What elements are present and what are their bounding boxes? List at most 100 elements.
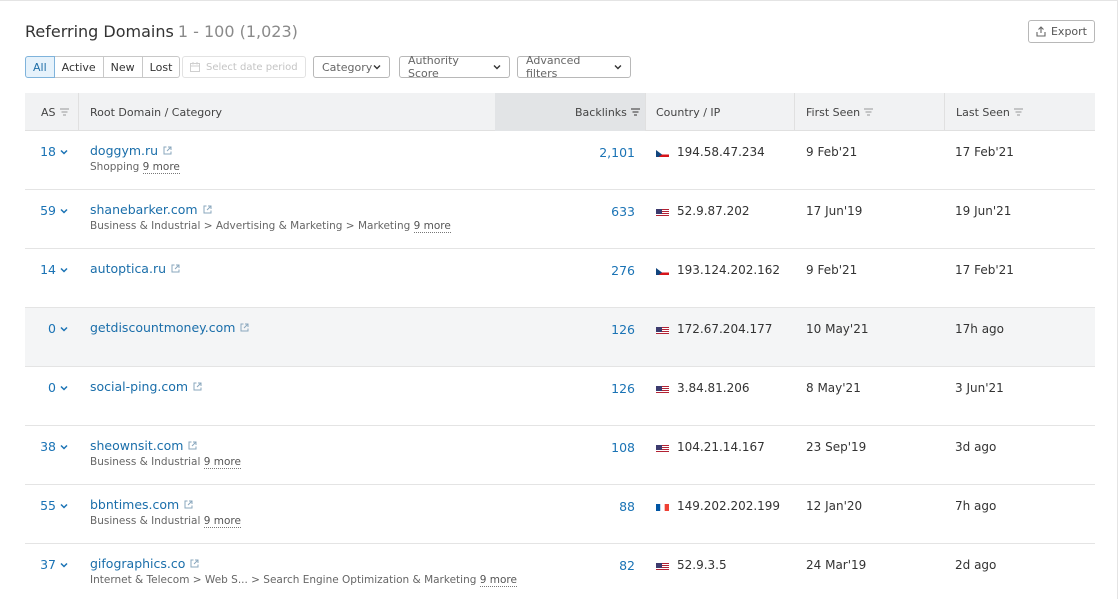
- root-domain: sheownsit.com: [90, 438, 241, 453]
- external-link-icon[interactable]: [184, 500, 193, 509]
- country-ip: 104.21.14.167: [656, 440, 765, 454]
- root-domain: getdiscountmoney.com: [90, 320, 249, 335]
- ip-address: 52.9.3.5: [677, 558, 727, 572]
- column-header-last-seen[interactable]: Last Seen: [956, 93, 1023, 131]
- backlinks-count-link[interactable]: 82: [495, 558, 635, 573]
- authority-score-dropdown-label: Authority Score: [408, 54, 459, 80]
- last-seen-date: 19 Jun'21: [955, 204, 1012, 218]
- segment-all[interactable]: All: [25, 56, 55, 78]
- country-ip: 193.124.202.162: [656, 263, 780, 277]
- backlinks-count-link[interactable]: 108: [495, 440, 635, 455]
- domain-category: Business & Industrial 9 more: [90, 456, 241, 469]
- country-ip: 149.202.202.199: [656, 499, 780, 513]
- root-domain: gifographics.co: [90, 556, 517, 571]
- authority-score-value: 37: [40, 557, 56, 572]
- authority-score-dropdown[interactable]: Authority Score: [399, 54, 510, 80]
- column-header-first-seen[interactable]: First Seen: [806, 93, 874, 131]
- more-categories-link[interactable]: 9 more: [142, 161, 180, 174]
- backlinks-count-link[interactable]: 126: [495, 322, 635, 337]
- calendar-icon: [190, 62, 200, 72]
- chevron-down-icon: [60, 444, 68, 450]
- first-seen-date: 17 Jun'19: [806, 204, 863, 218]
- column-header-as[interactable]: AS: [41, 93, 69, 131]
- date-period-picker[interactable]: Select date period: [182, 56, 306, 78]
- table-row: 37 gifographics.co Internet & Telecom > We…: [25, 544, 1095, 599]
- us-flag-icon: [656, 443, 669, 452]
- more-categories-link[interactable]: 9 more: [479, 574, 517, 587]
- domain-link[interactable]: shanebarker.com: [90, 202, 198, 217]
- authority-score-toggle[interactable]: 38: [25, 439, 68, 454]
- external-link-icon[interactable]: [203, 205, 212, 214]
- domain-link[interactable]: sheownsit.com: [90, 438, 183, 453]
- external-link-icon[interactable]: [193, 382, 202, 391]
- advanced-filters-dropdown[interactable]: Advanced filters: [517, 54, 631, 80]
- more-categories-link[interactable]: 9 more: [203, 456, 241, 469]
- advanced-filters-label: Advanced filters: [526, 54, 581, 80]
- domain-link[interactable]: getdiscountmoney.com: [90, 320, 235, 335]
- date-period-placeholder: Select date period: [206, 61, 298, 73]
- sort-icon: [59, 108, 69, 116]
- first-seen-date: 9 Feb'21: [806, 263, 858, 277]
- authority-score-value: 18: [40, 144, 56, 159]
- segment-active[interactable]: Active: [54, 56, 104, 78]
- category-dropdown[interactable]: Category: [313, 56, 390, 78]
- table-body: 18 doggym.ru Shopping 9 more 2,101 194.58.47…: [25, 131, 1095, 599]
- authority-score-toggle[interactable]: 0: [25, 321, 68, 336]
- chevron-down-icon: [60, 385, 68, 391]
- more-categories-link[interactable]: 9 more: [413, 220, 451, 233]
- domain-link[interactable]: social-ping.com: [90, 379, 188, 394]
- external-link-icon[interactable]: [171, 264, 180, 273]
- chevron-down-icon: [60, 267, 68, 273]
- segment-new[interactable]: New: [103, 56, 143, 78]
- ip-address: 193.124.202.162: [677, 263, 781, 277]
- column-header-backlinks[interactable]: Backlinks: [575, 93, 640, 131]
- domain-link[interactable]: bbntimes.com: [90, 497, 179, 512]
- last-seen-date: 3 Jun'21: [955, 381, 1004, 395]
- domain-link[interactable]: gifographics.co: [90, 556, 185, 571]
- table-row: 0 social-ping.com 126 3.84.81.206 8 May'21 3 …: [25, 367, 1095, 426]
- root-domain-cell: sheownsit.com Business & Industrial 9 mor…: [90, 438, 241, 469]
- root-domain: social-ping.com: [90, 379, 202, 394]
- backlinks-count-link[interactable]: 126: [495, 381, 635, 396]
- backlinks-count-link[interactable]: 633: [495, 204, 635, 219]
- column-header-root-domain: Root Domain / Category: [90, 93, 222, 131]
- chevron-down-icon: [60, 326, 68, 332]
- backlinks-count-link[interactable]: 276: [495, 263, 635, 278]
- chevron-down-icon: [60, 562, 68, 568]
- country-ip: 52.9.3.5: [656, 558, 727, 572]
- table-header: AS Root Domain / Category Backlinks Coun…: [25, 93, 1095, 131]
- column-divider: [78, 93, 79, 131]
- root-domain-cell: autoptica.ru: [90, 261, 180, 276]
- external-link-icon[interactable]: [190, 559, 199, 568]
- category-path: Business & Industrial > Advertising & Ma…: [90, 220, 411, 232]
- ip-address: 52.9.87.202: [677, 204, 750, 218]
- domain-link[interactable]: doggym.ru: [90, 143, 158, 158]
- authority-score-toggle[interactable]: 55: [25, 498, 68, 513]
- table-row: 14 autoptica.ru 276 193.124.202.162 9 Feb'21…: [25, 249, 1095, 308]
- export-button[interactable]: Export: [1028, 20, 1095, 43]
- ip-address: 149.202.202.199: [677, 499, 781, 513]
- column-header-root-domain-label: Root Domain / Category: [90, 105, 223, 119]
- external-link-icon[interactable]: [188, 441, 197, 450]
- backlinks-count-link[interactable]: 88: [495, 499, 635, 514]
- column-header-last-seen-label: Last Seen: [956, 105, 1010, 119]
- first-seen-date: 10 May'21: [806, 322, 869, 336]
- column-header-country-ip: Country / IP: [656, 93, 720, 131]
- backlinks-count-link[interactable]: 2,101: [495, 145, 635, 160]
- domain-link[interactable]: autoptica.ru: [90, 261, 166, 276]
- external-link-icon[interactable]: [163, 146, 172, 155]
- root-domain-cell: gifographics.co Internet & Telecom > Web …: [90, 556, 517, 587]
- authority-score-toggle[interactable]: 18: [25, 144, 68, 159]
- authority-score-toggle[interactable]: 14: [25, 262, 68, 277]
- root-domain-cell: bbntimes.com Business & Industrial 9 more: [90, 497, 241, 528]
- external-link-icon[interactable]: [240, 323, 249, 332]
- ip-address: 194.58.47.234: [677, 145, 765, 159]
- category-path: Business & Industrial: [90, 515, 201, 527]
- authority-score-toggle[interactable]: 59: [25, 203, 68, 218]
- page-title: Referring Domains: [25, 22, 174, 41]
- segment-lost[interactable]: Lost: [142, 56, 181, 78]
- authority-score-toggle[interactable]: 0: [25, 380, 68, 395]
- column-divider: [944, 93, 945, 131]
- more-categories-link[interactable]: 9 more: [203, 515, 241, 528]
- authority-score-toggle[interactable]: 37: [25, 557, 68, 572]
